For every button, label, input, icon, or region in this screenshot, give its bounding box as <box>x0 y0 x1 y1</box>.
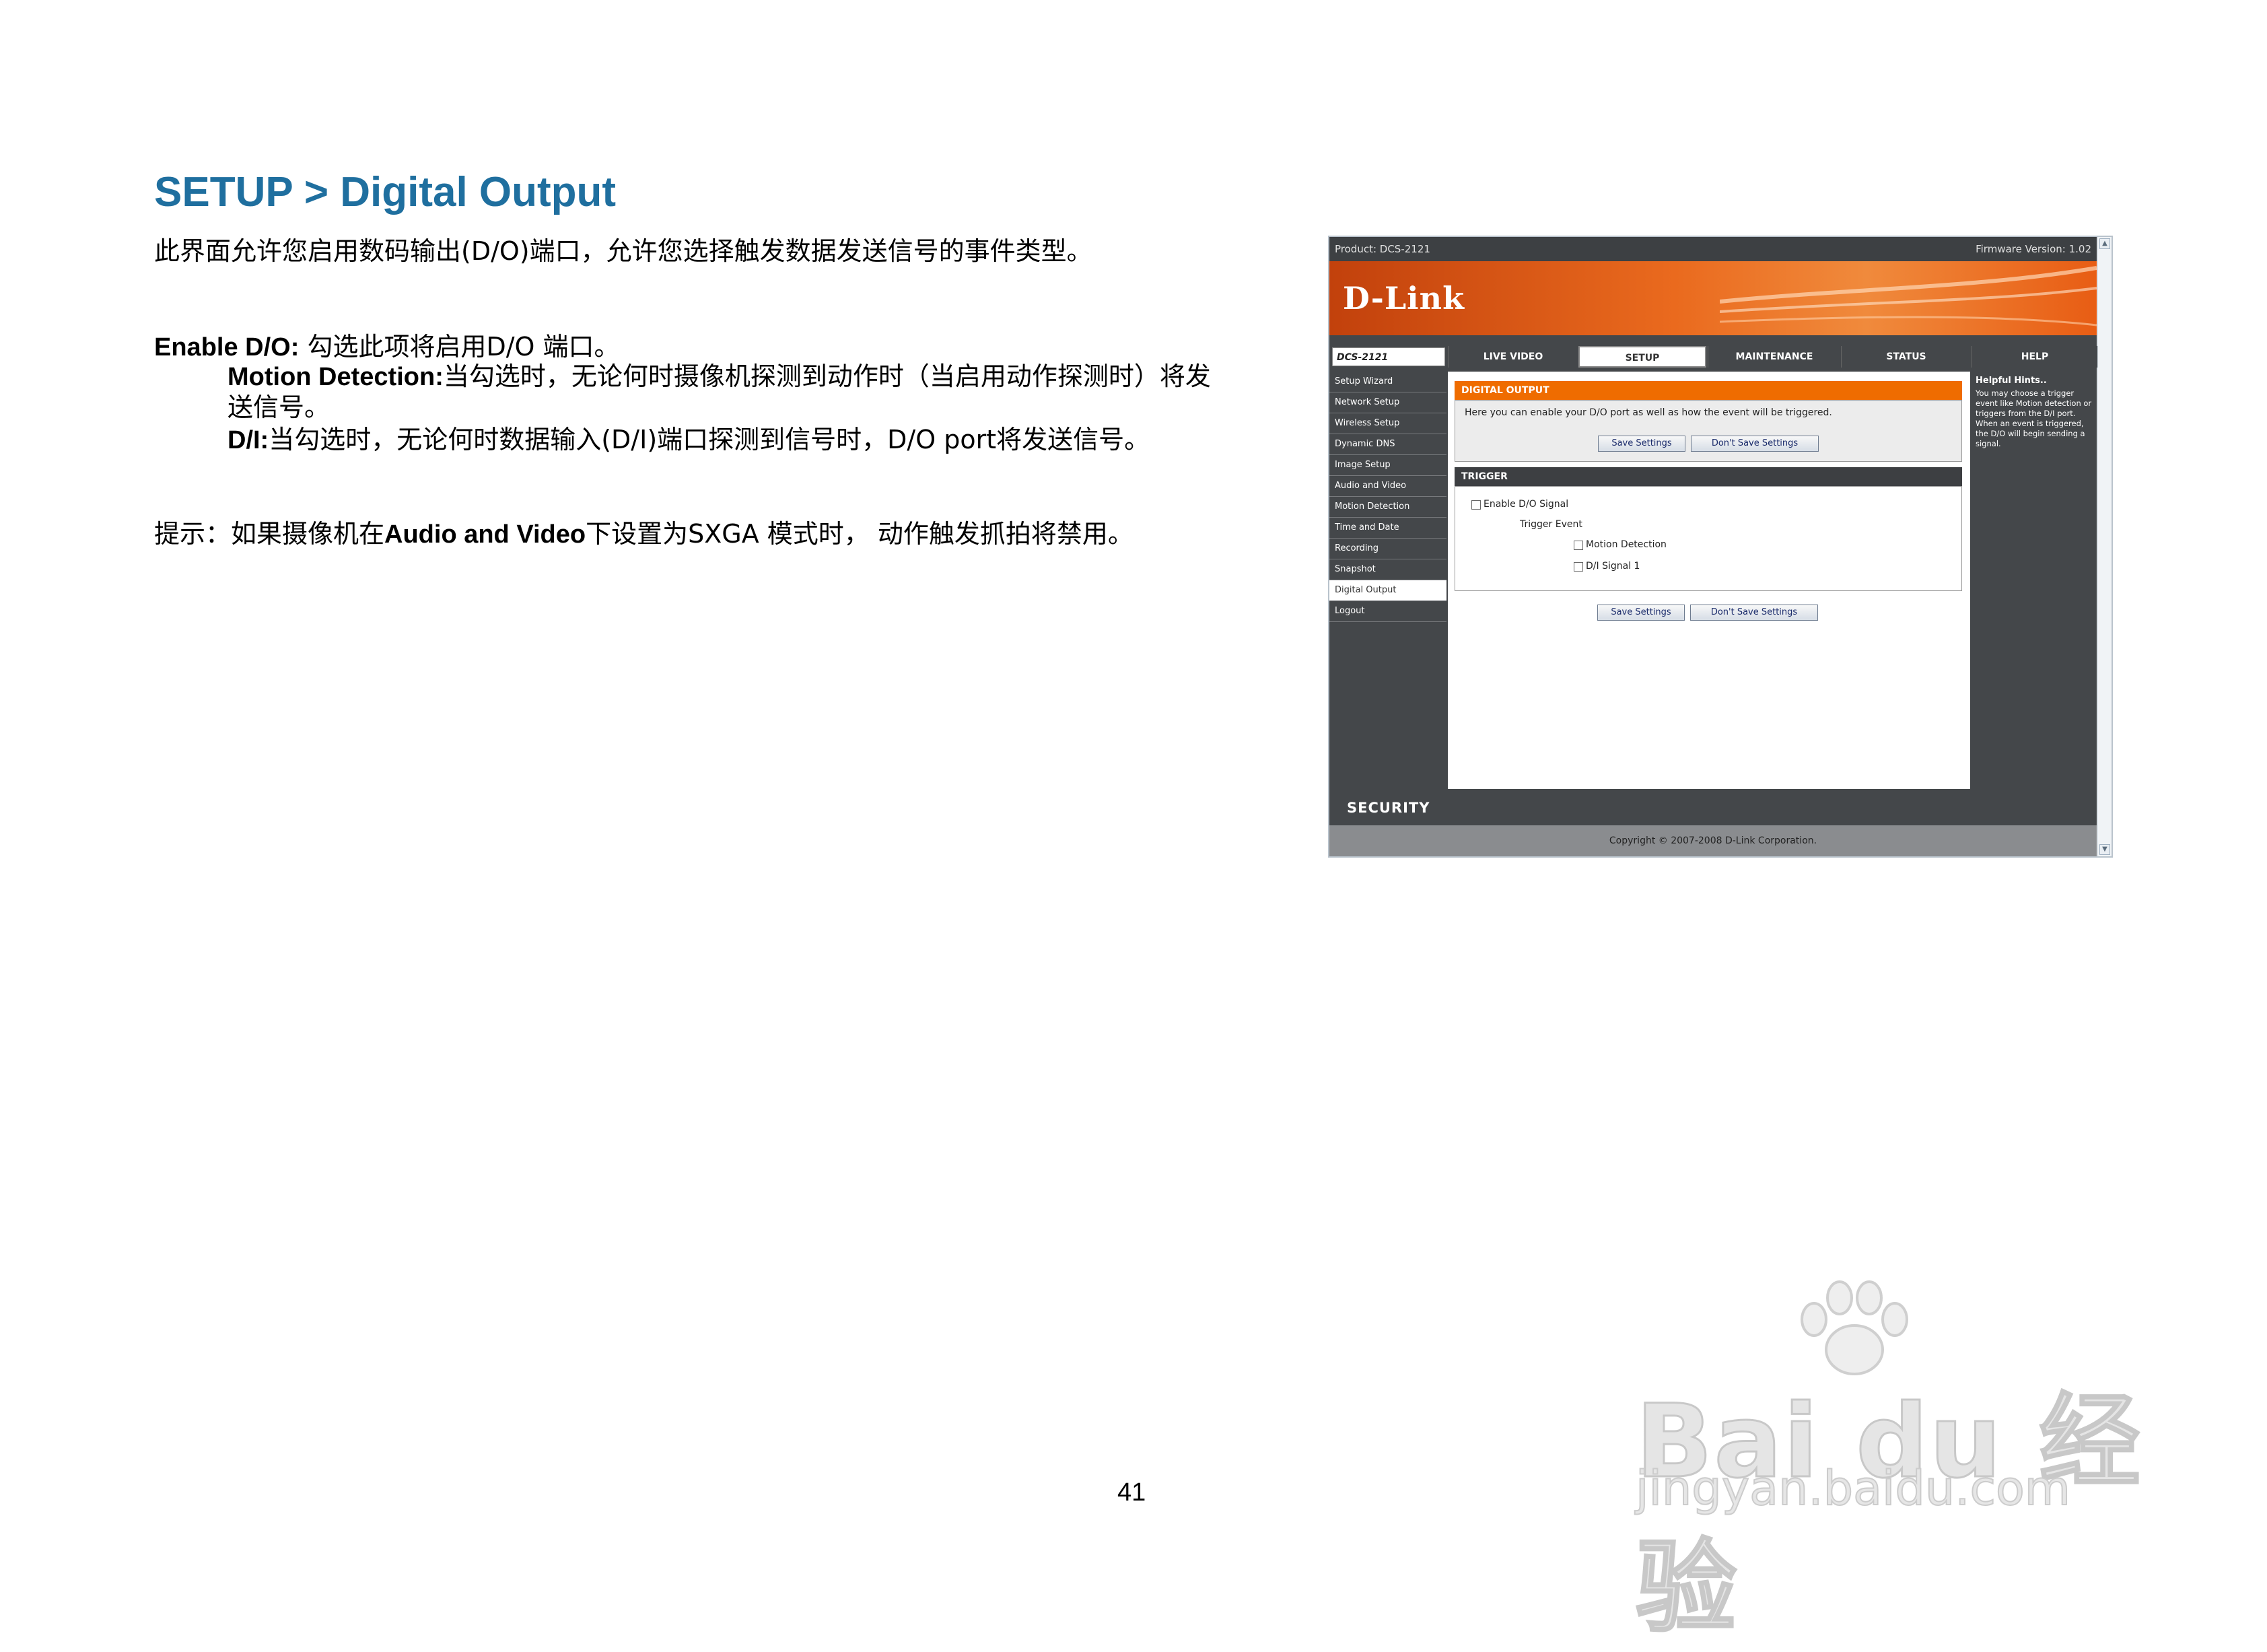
helpful-hints-panel: Helpful Hints.. You may choose a trigger… <box>1972 372 2097 789</box>
digital-output-panel: Here you can enable your D/O port as wel… <box>1455 400 1962 462</box>
product-bar: Product: DCS-2121 Firmware Version: 1.02 <box>1329 237 2097 261</box>
sidebar-item-recording[interactable]: Recording <box>1329 539 1446 559</box>
watermark-url: jingyan.baidu.com <box>1635 1460 2071 1517</box>
tab-status[interactable]: STATUS <box>1841 346 1971 368</box>
vertical-scrollbar[interactable]: ▲ ▼ <box>2097 237 2112 856</box>
digital-output-description: Here you can enable your D/O port as wel… <box>1465 407 1832 418</box>
trigger-panel: Enable D/O Signal Trigger Event Motion D… <box>1455 486 1962 591</box>
banner-swoosh-graphic <box>1720 266 2097 326</box>
enable-do-signal-checkbox[interactable] <box>1471 500 1481 510</box>
sidebar-item-dynamic-dns[interactable]: Dynamic DNS <box>1329 434 1446 455</box>
di-signal-option-label: D/I Signal 1 <box>1586 561 1640 572</box>
tip-bold: Audio and Video <box>384 520 586 549</box>
tab-help[interactable]: HELP <box>1972 346 2097 368</box>
tab-maintenance[interactable]: MAINTENANCE <box>1708 346 1840 368</box>
dlink-banner: D-Link <box>1329 261 2097 335</box>
tip-suffix: 下设置为SXGA 模式时， 动作触发抓拍将禁用。 <box>586 519 1134 549</box>
save-settings-button-top[interactable]: Save Settings <box>1598 436 1685 452</box>
tab-live-video[interactable]: LIVE VIDEO <box>1448 346 1578 368</box>
di-signal-checkbox[interactable] <box>1574 562 1583 572</box>
dont-save-settings-button-bottom[interactable]: Don't Save Settings <box>1690 605 1818 621</box>
motion-detection-label: Motion Detection: <box>228 363 444 391</box>
dont-save-settings-button-top[interactable]: Don't Save Settings <box>1691 436 1819 452</box>
firmware-label: Firmware Version: 1.02 <box>1976 243 2091 255</box>
page-number: 41 <box>1117 1478 1146 1507</box>
security-footer: SECURITY <box>1329 789 2097 825</box>
motion-detection-paragraph: Motion Detection:当勾选时，无论何时摄像机探测到动作时（当启用动… <box>228 361 1211 392</box>
sidebar-item-logout[interactable]: Logout <box>1329 601 1446 622</box>
scroll-up-icon[interactable]: ▲ <box>2099 238 2110 249</box>
top-nav: DCS-2121 LIVE VIDEO SETUP MAINTENANCE ST… <box>1329 345 2097 369</box>
sidebar-item-network-setup[interactable]: Network Setup <box>1329 392 1446 413</box>
tab-setup[interactable]: SETUP <box>1578 346 1706 368</box>
dlink-logo: D-Link <box>1343 280 1465 316</box>
save-settings-button-bottom[interactable]: Save Settings <box>1597 605 1685 621</box>
setup-sidebar: Setup Wizard Network Setup Wireless Setu… <box>1329 372 1446 789</box>
sidebar-item-digital-output[interactable]: Digital Output <box>1329 580 1446 601</box>
dlink-screenshot: Product: DCS-2121 Firmware Version: 1.02… <box>1328 236 2113 858</box>
sidebar-item-audio-and-video[interactable]: Audio and Video <box>1329 476 1446 497</box>
motion-detection-text-continued: 送信号。 <box>228 392 330 422</box>
di-label: D/I: <box>228 426 269 454</box>
motion-detection-option-label: Motion Detection <box>1586 539 1667 550</box>
main-content: DIGITAL OUTPUT Here you can enable your … <box>1448 372 1970 789</box>
enable-do-paragraph: Enable D/O: 勾选此项将启用D/O 端口。 <box>154 331 620 363</box>
copyright-bar: Copyright © 2007-2008 D-Link Corporation… <box>1329 825 2097 856</box>
security-label: SECURITY <box>1347 800 1430 816</box>
enable-do-signal-label: Enable D/O Signal <box>1484 499 1569 510</box>
dlink-window: Product: DCS-2121 Firmware Version: 1.02… <box>1329 237 2097 856</box>
hints-title: Helpful Hints.. <box>1976 376 2047 386</box>
sidebar-item-image-setup[interactable]: Image Setup <box>1329 455 1446 476</box>
sidebar-item-setup-wizard[interactable]: Setup Wizard <box>1329 372 1446 392</box>
scroll-down-icon[interactable]: ▼ <box>2099 844 2110 855</box>
hints-body: You may choose a trigger event like Moti… <box>1976 388 2092 448</box>
model-tab: DCS-2121 <box>1332 347 1445 366</box>
page-title: SETUP > Digital Output <box>154 169 617 215</box>
digital-output-header: DIGITAL OUTPUT <box>1455 381 1962 400</box>
product-label: Product: DCS-2121 <box>1335 243 1430 255</box>
tip-prefix: 提示：如果摄像机在 <box>154 519 385 549</box>
baidu-watermark: Bai du 经验 jingyan.baidu.com <box>1629 1279 2167 1648</box>
sidebar-item-snapshot[interactable]: Snapshot <box>1329 559 1446 580</box>
di-text: 当勾选时，无论何时数据输入(D/I)端口探测到信号时，D/O port将发送信号… <box>269 425 1150 454</box>
sidebar-item-wireless-setup[interactable]: Wireless Setup <box>1329 413 1446 434</box>
intro-text: 此界面允许您启用数码输出(D/O)端口，允许您选择触发数据发送信号的事件类型。 <box>154 236 1092 266</box>
di-paragraph: D/I:当勾选时，无论何时数据输入(D/I)端口探测到信号时，D/O port将… <box>228 424 1150 456</box>
tip-paragraph: 提示：如果摄像机在Audio and Video下设置为SXGA 模式时， 动作… <box>154 518 1134 550</box>
motion-detection-text: 当勾选时，无论何时摄像机探测到动作时（当启用动作探测时）将发 <box>443 362 1211 391</box>
enable-do-text: 勾选此项将启用D/O 端口。 <box>299 332 620 362</box>
trigger-header: TRIGGER <box>1455 467 1962 486</box>
motion-detection-checkbox[interactable] <box>1574 541 1583 550</box>
sidebar-item-time-and-date[interactable]: Time and Date <box>1329 518 1446 539</box>
trigger-event-label: Trigger Event <box>1520 519 1582 530</box>
sidebar-item-motion-detection[interactable]: Motion Detection <box>1329 497 1446 518</box>
enable-do-label: Enable D/O: <box>154 333 300 362</box>
